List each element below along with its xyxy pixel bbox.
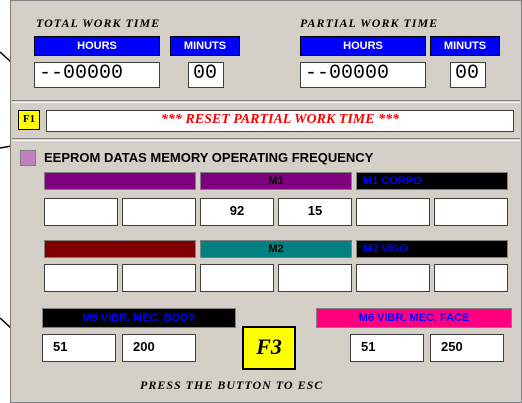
reset-partial-work-time-bar[interactable]: *** RESET PARTIAL WORK TIME *** bbox=[46, 110, 514, 132]
total-minuts-label: MINUTS bbox=[170, 36, 240, 56]
row2-value-2 bbox=[122, 264, 196, 292]
total-work-time-title: TOTAL WORK TIME bbox=[36, 16, 161, 30]
m6-vibr-mec-face-label: M6 VIBR. MEC. FACE bbox=[316, 308, 512, 328]
row1-value-2 bbox=[122, 198, 196, 226]
row1-value-6 bbox=[434, 198, 508, 226]
total-minuts-field: 00 bbox=[188, 62, 224, 88]
partial-work-time-title: PARTIAL WORK TIME bbox=[300, 16, 439, 30]
row2-value-1 bbox=[44, 264, 118, 292]
f1-key-button[interactable]: F1 bbox=[18, 110, 40, 130]
section-square-icon bbox=[20, 150, 36, 166]
partial-hours-field: --00000 bbox=[300, 62, 426, 88]
m5-vibr-mec-body-label: M5 VIBR. MEC. BODY bbox=[42, 308, 236, 328]
partial-hours-label: HOURS bbox=[300, 36, 426, 56]
total-hours-label: HOURS bbox=[34, 36, 160, 56]
partial-minuts-field: 00 bbox=[450, 62, 486, 88]
partial-minuts-label: MINUTS bbox=[430, 36, 500, 56]
row2-value-6 bbox=[434, 264, 508, 292]
m6-value-2: 250 bbox=[430, 334, 504, 362]
row1-bar-m1: M1 bbox=[200, 172, 352, 190]
row1-value-5 bbox=[356, 198, 430, 226]
m6-value-1: 51 bbox=[350, 334, 424, 362]
f3-key-button[interactable]: F3 bbox=[242, 326, 296, 370]
divider bbox=[12, 100, 520, 103]
row2-bar-m2: M2 bbox=[200, 240, 352, 258]
row1-value-3: 92 bbox=[200, 198, 274, 226]
row1-value-1 bbox=[44, 198, 118, 226]
divider bbox=[12, 138, 520, 141]
total-hours-field: --00000 bbox=[34, 62, 160, 88]
row2-bar-1 bbox=[44, 240, 196, 258]
m5-value-1: 51 bbox=[42, 334, 116, 362]
row1-value-4: 15 bbox=[278, 198, 352, 226]
press-button-to-esc-text: PRESS THE BUTTON TO ESC bbox=[140, 378, 324, 392]
m5-value-2: 200 bbox=[122, 334, 196, 362]
eeprom-section-title: EEPROM DATAS MEMORY OPERATING FREQUENCY bbox=[44, 150, 374, 165]
row2-value-3 bbox=[200, 264, 274, 292]
row2-value-5 bbox=[356, 264, 430, 292]
row2-bar-m2-viso: M2 VISO bbox=[356, 240, 508, 258]
row1-bar-m1-corpo: M1 CORPO bbox=[356, 172, 508, 190]
row2-value-4 bbox=[278, 264, 352, 292]
row1-bar-1 bbox=[44, 172, 196, 190]
